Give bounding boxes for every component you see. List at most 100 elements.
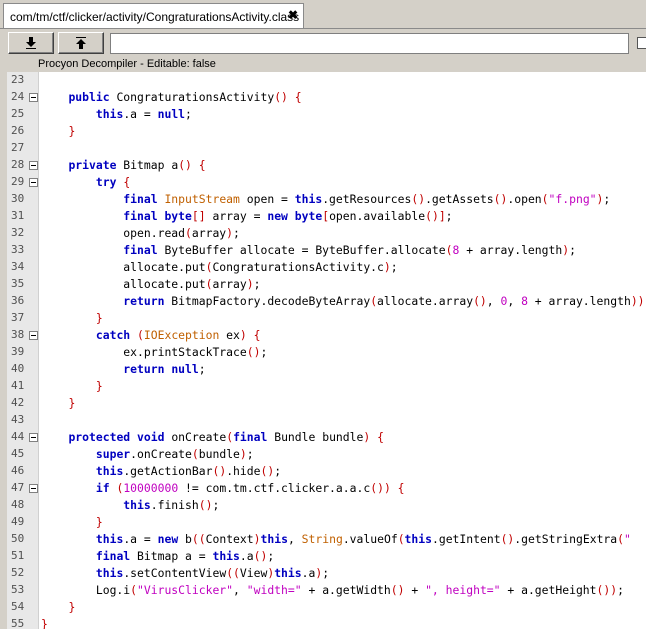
find-next-button[interactable]	[8, 32, 54, 54]
code-line[interactable]: 47 if (10000000 != com.tm.ctf.clicker.a.…	[7, 480, 646, 497]
code-text: protected void onCreate(final Bundle bun…	[41, 430, 384, 444]
search-input[interactable]	[110, 33, 629, 54]
code-token: )	[246, 277, 254, 291]
code-line[interactable]: 54 }	[7, 599, 646, 616]
tab-congraturations-activity[interactable]: com/tm/ctf/clicker/activity/Congraturati…	[3, 3, 304, 29]
code-token: .a =	[123, 107, 158, 121]
code-line[interactable]: 41 }	[7, 378, 646, 395]
code-token: .a	[239, 549, 254, 563]
code-line[interactable]: 33 final ByteBuffer allocate = ByteBuffe…	[7, 242, 646, 259]
fold-collapse-icon[interactable]	[29, 178, 38, 187]
code-text: final byte[] array = new byte[open.avail…	[41, 209, 452, 223]
code-token: ,	[507, 294, 522, 308]
code-line[interactable]: 44 protected void onCreate(final Bundle …	[7, 429, 646, 446]
decompiler-status: Procyon Decompiler - Editable: false	[38, 58, 216, 70]
code-text: open.read(array);	[41, 226, 240, 240]
code-line[interactable]: 24 public CongraturationsActivity() {	[7, 89, 646, 106]
line-number: 55	[11, 617, 25, 629]
code-token: ()	[178, 158, 192, 172]
code-line[interactable]: 39 ex.printStackTrace();	[7, 344, 646, 361]
code-line[interactable]: 52 this.setContentView((View)this.a);	[7, 565, 646, 582]
code-line[interactable]: 27	[7, 140, 646, 157]
fold-collapse-icon[interactable]	[29, 484, 38, 493]
line-number: 37	[11, 311, 25, 324]
code-line[interactable]: 46 this.getActionBar().hide();	[7, 463, 646, 480]
code-text: this.a = null;	[41, 107, 192, 121]
code-token: .getIntent	[431, 532, 501, 546]
code-token: ;	[322, 566, 330, 580]
code-line[interactable]: 28 private Bitmap a() {	[7, 157, 646, 174]
code-token: .hide	[226, 464, 261, 478]
line-number: 43	[11, 413, 25, 426]
code-token: this	[95, 464, 124, 478]
code-token: this	[274, 566, 302, 580]
code-token: ;	[233, 226, 240, 240]
code-line[interactable]: 45 super.onCreate(bundle);	[7, 446, 646, 463]
fold-collapse-icon[interactable]	[29, 161, 38, 170]
code-line[interactable]: 32 open.read(array);	[7, 225, 646, 242]
find-previous-button[interactable]	[58, 32, 104, 54]
code-token: 8	[521, 294, 528, 308]
code-line[interactable]: 26 }	[7, 123, 646, 140]
code-text: }	[41, 311, 103, 325]
code-line[interactable]: 38 catch (IOException ex) {	[7, 327, 646, 344]
code-line[interactable]: 53 Log.i("VirusClicker", "width=" + a.ge…	[7, 582, 646, 599]
code-text: private Bitmap a() {	[41, 158, 205, 172]
match-case-checkbox[interactable]	[637, 37, 646, 49]
code-line[interactable]: 36 return BitmapFactory.decodeByteArray(…	[7, 293, 646, 310]
code-editor[interactable]: 23 24 public CongraturationsActivity() {2…	[7, 72, 646, 629]
code-token: {	[377, 430, 384, 444]
code-token: }	[95, 379, 103, 393]
code-line[interactable]: 30 final InputStream open = this.getReso…	[7, 191, 646, 208]
code-text: this.getActionBar().hide();	[41, 464, 281, 478]
code-line[interactable]: 35 allocate.put(array);	[7, 276, 646, 293]
code-token: this	[294, 192, 323, 206]
tab-strip: com/tm/ctf/clicker/activity/Congraturati…	[0, 0, 646, 30]
line-number: 38	[11, 328, 25, 341]
close-icon[interactable]: ✖	[288, 8, 298, 22]
code-token: allocate.put	[41, 277, 206, 291]
code-text: try {	[41, 175, 130, 189]
code-line[interactable]: 43	[7, 412, 646, 429]
code-token: final	[123, 209, 158, 223]
code-line[interactable]: 29 try {	[7, 174, 646, 191]
code-token: ()	[473, 294, 487, 308]
code-line[interactable]: 42 }	[7, 395, 646, 412]
code-token: + a.getHeight	[500, 583, 597, 597]
line-number: 24	[11, 90, 25, 103]
code-token: .getStringExtra	[514, 532, 618, 546]
code-line[interactable]: 23	[7, 72, 646, 89]
code-line[interactable]: 40 return null;	[7, 361, 646, 378]
code-line[interactable]: 49 }	[7, 514, 646, 531]
code-token: this	[212, 549, 240, 563]
code-line[interactable]: 55}	[7, 616, 646, 629]
code-line[interactable]: 48 this.finish();	[7, 497, 646, 514]
code-token: ()	[370, 481, 384, 495]
code-token: )	[253, 532, 261, 546]
code-token: Context	[205, 532, 254, 546]
tab-divider	[0, 28, 646, 29]
code-token: }	[68, 396, 76, 410]
code-token: ()	[425, 209, 439, 223]
code-text: }	[41, 124, 75, 138]
code-token: )	[226, 226, 234, 240]
fold-collapse-icon[interactable]	[29, 93, 38, 102]
fold-collapse-icon[interactable]	[29, 433, 38, 442]
code-line[interactable]: 51 final Bitmap a = this.a();	[7, 548, 646, 565]
code-token: ;	[212, 498, 220, 512]
code-line[interactable]: 25 this.a = null;	[7, 106, 646, 123]
code-line[interactable]: 34 allocate.put(CongraturationsActivity.…	[7, 259, 646, 276]
code-token: != com.tm.ctf.clicker.a.a.c	[178, 481, 371, 495]
code-line[interactable]: 31 final byte[] array = new byte[open.av…	[7, 208, 646, 225]
code-token: open.available	[329, 209, 426, 223]
line-number: 42	[11, 396, 25, 409]
code-line[interactable]: 37 }	[7, 310, 646, 327]
code-line[interactable]: 50 this.a = new b((Context)this, String.…	[7, 531, 646, 548]
code-token: Bitmap a	[116, 158, 179, 172]
fold-collapse-icon[interactable]	[29, 331, 38, 340]
